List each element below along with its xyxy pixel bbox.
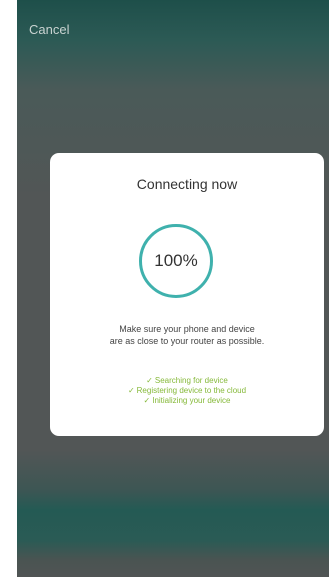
note-line-2: are as close to your router as possible. — [109, 336, 265, 346]
app-screen: Cancel Connecting now 100% Make sure you… — [17, 0, 329, 577]
note-line-1: Make sure your phone and device — [119, 324, 255, 334]
proximity-note: Make sure your phone and device are as c… — [50, 323, 324, 347]
checkmark-icon: ✓ — [127, 386, 135, 395]
connecting-dialog: Connecting now 100% Make sure your phone… — [50, 153, 324, 436]
step-label: Registering device to the cloud — [136, 386, 247, 395]
progress-percent: 100% — [154, 251, 198, 270]
step-label: Initializing your device — [152, 396, 231, 405]
step-item-registering: ✓ Registering device to the cloud — [50, 386, 324, 396]
dialog-title: Connecting now — [136, 176, 238, 192]
cancel-button[interactable]: Cancel — [29, 22, 69, 37]
checkmark-icon: ✓ — [146, 376, 153, 385]
step-item-initializing: ✓ Initializing your device — [50, 396, 324, 406]
step-list: ✓ Searching for device ✓ Registering devic… — [50, 376, 324, 406]
checkmark-icon: ✓ — [143, 396, 151, 405]
step-label: Searching for device — [154, 376, 228, 385]
step-item-searching: ✓ Searching for device — [50, 376, 324, 386]
